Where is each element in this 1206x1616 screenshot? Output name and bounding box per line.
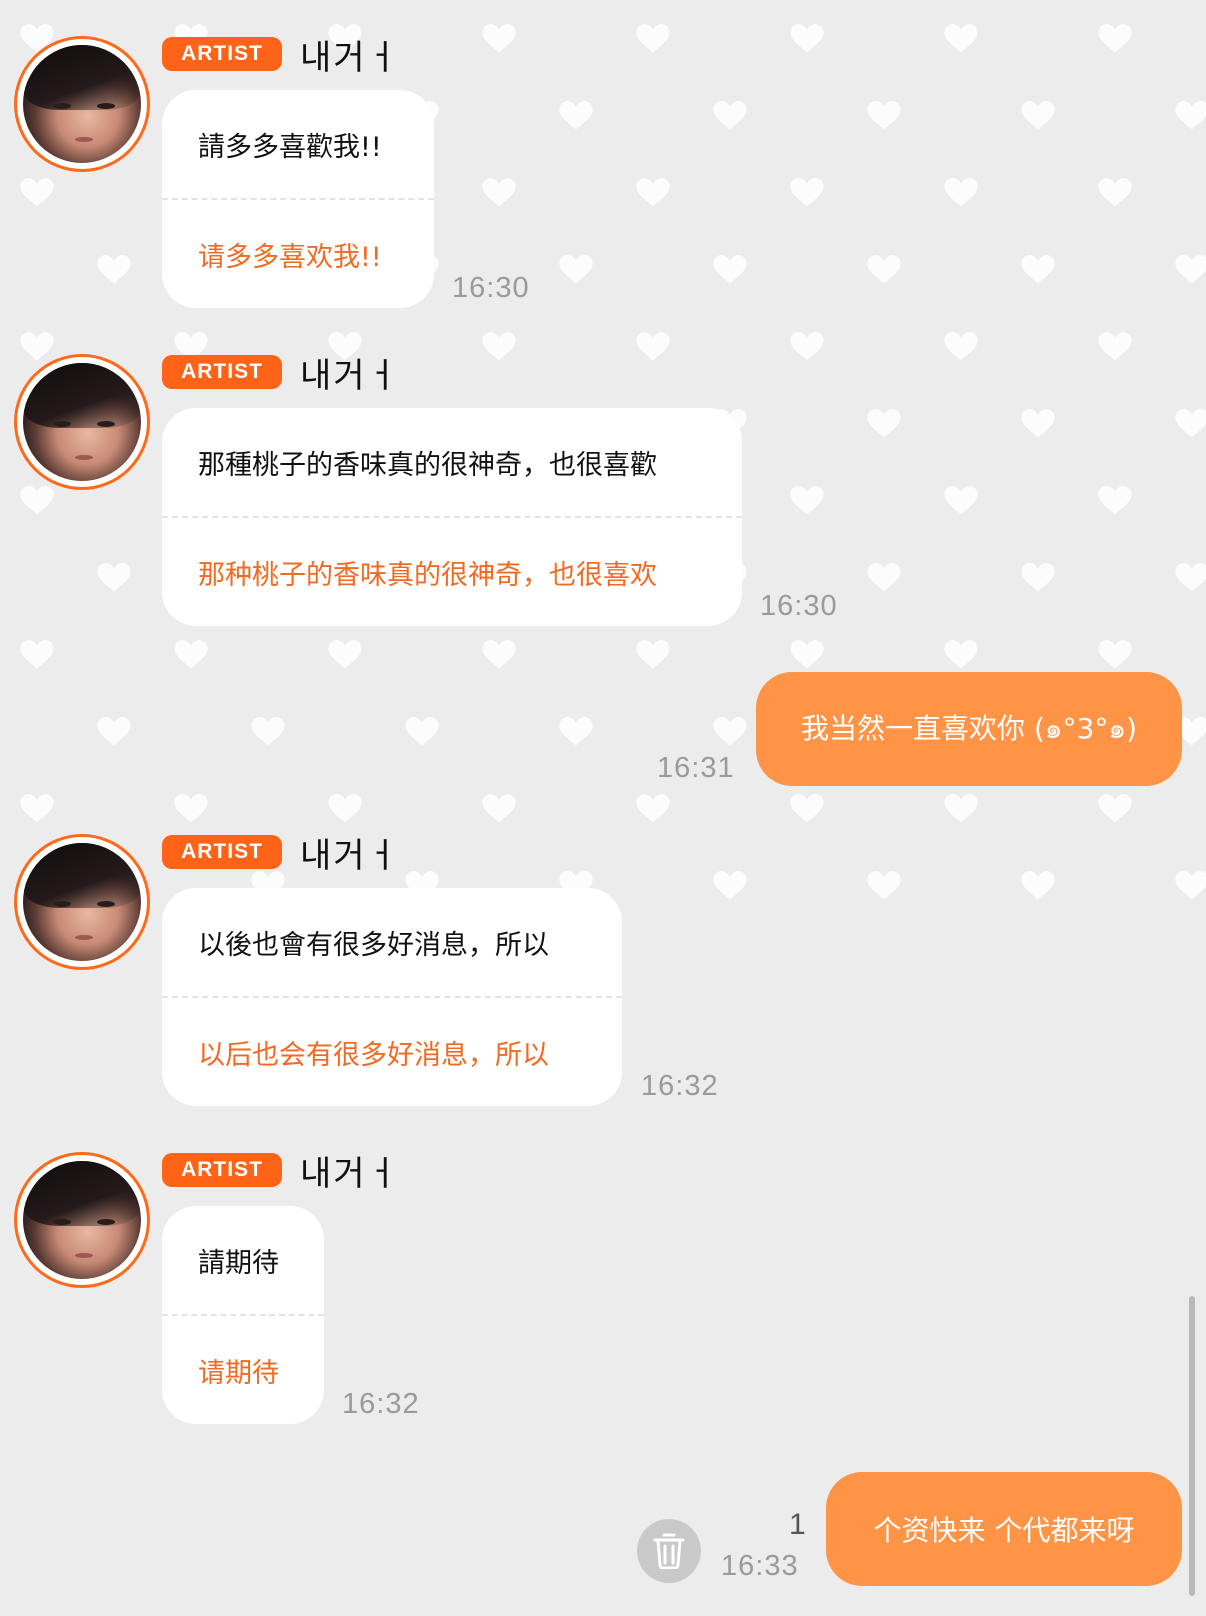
original-text: 請期待 [198, 1247, 279, 1279]
message-timestamp: 16:33 [721, 1550, 799, 1582]
original-text: 以後也會有很多好消息，所以 [198, 929, 549, 961]
artist-badge: ARTIST [162, 835, 282, 869]
sender-row: ARTIST 내거ㅓ [162, 1150, 400, 1194]
outgoing-message-bubble[interactable]: 个资快来 个代都来呀 [826, 1472, 1182, 1586]
sender-name: 내거ㅓ [300, 1153, 400, 1194]
incoming-message-bubble[interactable]: 以後也會有很多好消息，所以 以后也会有很多好消息，所以 [162, 888, 622, 1106]
message-timestamp: 16:30 [760, 590, 838, 622]
message-timestamp: 16:31 [657, 752, 735, 784]
artist-avatar[interactable] [14, 36, 150, 172]
trash-icon [653, 1533, 685, 1569]
original-text: 那種桃子的香味真的很神奇，也很喜歡 [198, 449, 657, 481]
original-text: 請多多喜歡我!! [198, 131, 382, 163]
artist-badge: ARTIST [162, 37, 282, 71]
incoming-message-bubble[interactable]: 那種桃子的香味真的很神奇，也很喜歡 那种桃子的香味真的很神奇，也很喜欢 [162, 408, 742, 626]
sender-row: ARTIST 내거ㅓ [162, 352, 400, 396]
translated-text: 请多多喜欢我!! [198, 241, 382, 273]
outgoing-message-bubble[interactable]: 我当然一直喜欢你 (๑°3°๑) [756, 672, 1182, 786]
avatar-photo [23, 843, 141, 961]
translated-text: 那种桃子的香味真的很神奇，也很喜欢 [198, 559, 657, 591]
incoming-message-bubble[interactable]: 請期待 请期待 [162, 1206, 324, 1424]
message-timestamp: 16:32 [641, 1070, 719, 1102]
avatar-photo [23, 1161, 141, 1279]
artist-avatar[interactable] [14, 834, 150, 970]
message-timestamp: 16:30 [452, 272, 530, 304]
translated-text: 请期待 [198, 1357, 279, 1389]
sender-row: ARTIST 내거ㅓ [162, 832, 400, 876]
sender-name: 내거ㅓ [300, 37, 400, 78]
incoming-message-bubble[interactable]: 請多多喜歡我!! 请多多喜欢我!! [162, 90, 434, 308]
avatar-photo [23, 363, 141, 481]
artist-avatar[interactable] [14, 354, 150, 490]
unread-count: 1 [789, 1508, 806, 1541]
scrollbar[interactable] [1189, 1296, 1195, 1596]
sender-name: 내거ㅓ [300, 835, 400, 876]
translated-text: 以后也会有很多好消息，所以 [198, 1039, 549, 1071]
artist-badge: ARTIST [162, 1153, 282, 1187]
message-timestamp: 16:32 [342, 1388, 420, 1420]
chat-thread[interactable]: ARTIST 내거ㅓ 請多多喜歡我!! 请多多喜欢我!! 16:30 ARTIS… [0, 0, 1206, 1616]
sender-name: 내거ㅓ [300, 355, 400, 396]
delete-button[interactable] [637, 1519, 701, 1583]
artist-badge: ARTIST [162, 355, 282, 389]
sender-row: ARTIST 내거ㅓ [162, 34, 400, 78]
avatar-photo [23, 45, 141, 163]
artist-avatar[interactable] [14, 1152, 150, 1288]
